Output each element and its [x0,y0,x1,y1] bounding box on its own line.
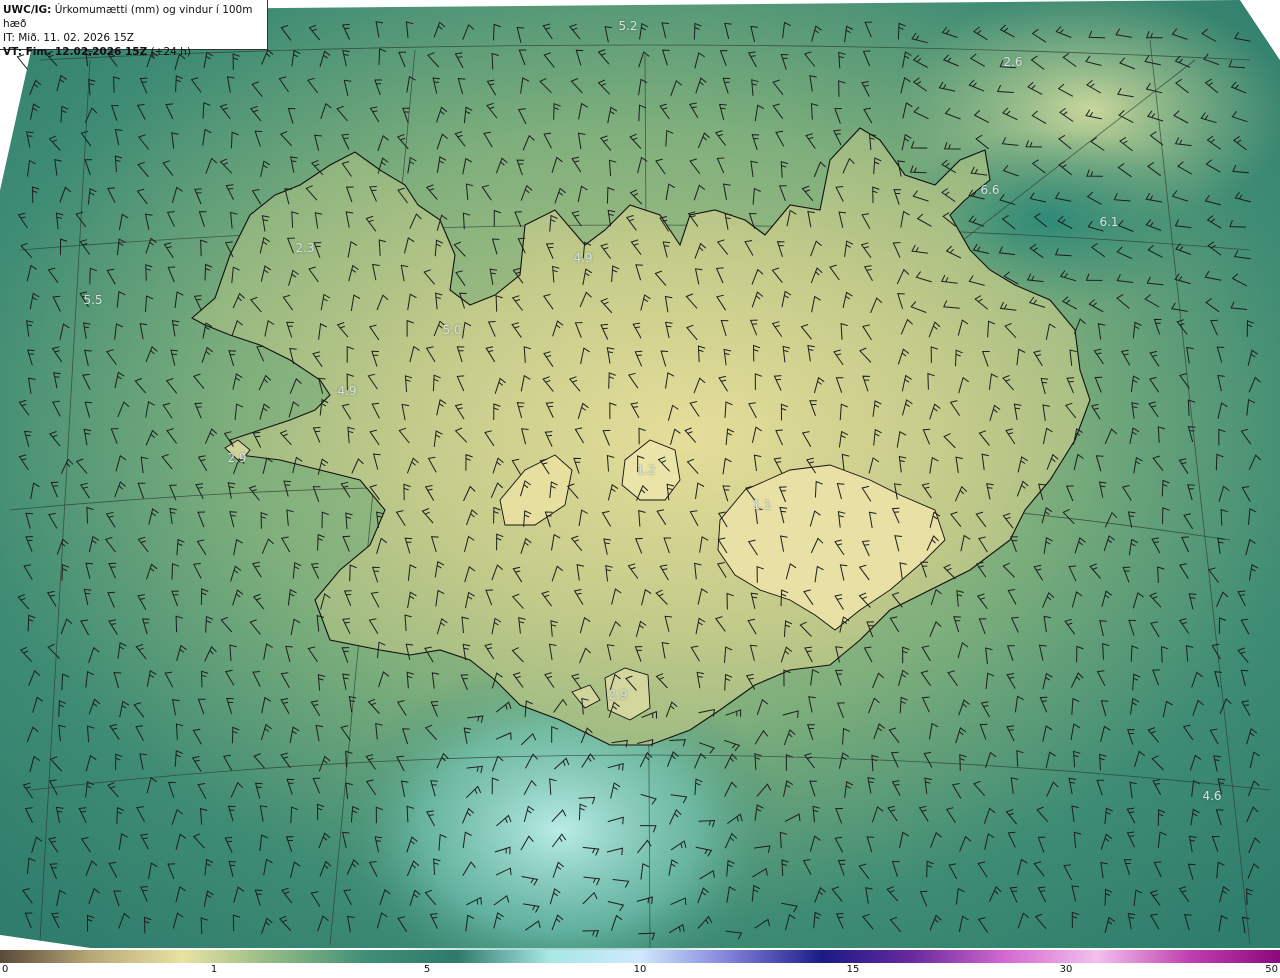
value-label: 5.5 [83,293,103,307]
value-label: 2.6 [1003,55,1023,69]
value-label: 4.9 [573,251,593,265]
colorbar-tick-1: 1 [210,964,218,975]
value-label: 4.6 [1202,789,1222,803]
colorbar-tick-50: 50 [1265,964,1278,975]
map-info-box: UWC/IG: Úrkomumætti (mm) og vindur í 100… [0,0,268,58]
map-area: 5.2 2.6 6.6 6.1 2.3 4.9 5.5 5.0 4.9 2.9 1.2 1.1 2.9 4… [0,0,1280,950]
value-label: 6.6 [980,183,1000,197]
colorbar-tick-5: 5 [423,964,431,975]
colorbar-tick-30: 30 [1059,964,1073,975]
value-label: 2.3 [295,241,315,255]
title-line: UWC/IG: Úrkomumætti (mm) og vindur í 100… [3,4,253,30]
value-label: 2.9 [227,451,247,465]
colorbar: 0 1 5 10 15 30 50 [0,950,1280,978]
colorbar-gradient [0,950,1280,963]
value-label: 1.1 [752,498,772,512]
colorbar-tick-15: 15 [846,964,860,975]
issue-time: IT: Mið. 11. 02. 2026 15Z [3,32,134,44]
value-label: 4.9 [337,384,357,398]
colorbar-tick-10: 10 [633,964,647,975]
value-label: 5.2 [618,19,638,33]
value-label: 2.9 [608,688,628,702]
valid-time: VT: Fim. 12.02.2026 15Z (+24 h) [3,46,191,58]
value-label: 5.0 [442,323,462,337]
value-label: 1.2 [636,463,656,477]
colorbar-tick-0: 0 [2,964,9,975]
value-label: 6.1 [1099,215,1119,229]
